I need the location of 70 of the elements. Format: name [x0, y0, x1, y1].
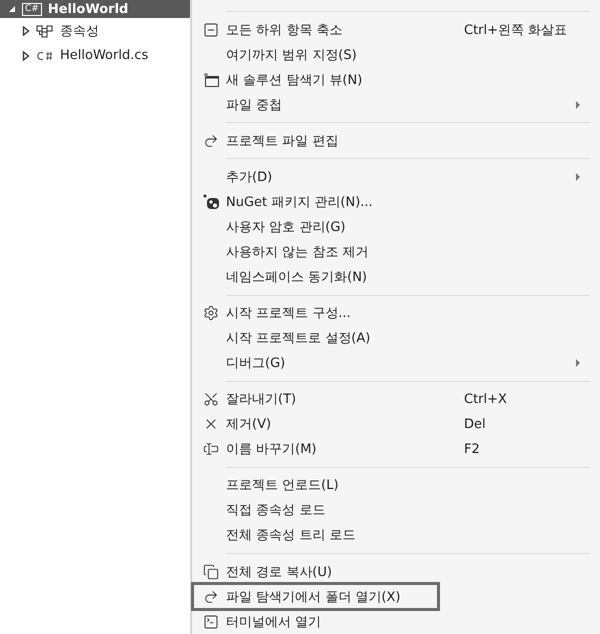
menu-item[interactable]: NuGet 패키지 관리(N)... [196, 189, 590, 214]
shortcut-text: Ctrl+X [464, 392, 508, 407]
menu-item[interactable]: 프로젝트 언로드(L) [196, 472, 590, 498]
curved-arrow-icon [203, 132, 219, 149]
collapsed-arrow-icon[interactable] [22, 50, 30, 60]
shortcut-text: Ctrl+왼쪽 화살표 [464, 22, 568, 38]
nuget-icon [202, 194, 220, 210]
menu-item-label: 모든 하위 항목 축소 [226, 22, 342, 38]
collapsed-arrow-icon[interactable] [22, 26, 30, 36]
menu-item-label: 전체 종속성 트리 로드 [226, 527, 356, 544]
menu-item-label: 파일 중첩 [226, 96, 282, 114]
terminal-icon [203, 614, 219, 630]
menu-item[interactable]: 사용하지 않는 참조 제거 [196, 239, 590, 264]
tree-item[interactable]: C# HelloWorld [0, 0, 190, 18]
tree-item-label: HelloWorld [48, 2, 128, 16]
menu-item-label: 디버그(G) [226, 355, 286, 372]
dependencies-icon [36, 24, 54, 38]
menu-item[interactable]: 시작 프로젝트 구성... [196, 300, 590, 326]
menu-item-label: 프로젝트 언로드(L) [226, 477, 339, 494]
curved-arrow-icon [203, 588, 219, 605]
menu-item-label: 파일 탐색기에서 폴더 열기(X) [226, 588, 400, 606]
menu-item[interactable]: 전체 경로 복사(U) [196, 558, 590, 584]
menu-item[interactable]: 시작 프로젝트로 설정(A) [196, 326, 590, 351]
menu-item-label: 터미널에서 열기 [226, 614, 322, 631]
menu-item-label: 이름 바꾸기(M) [226, 441, 316, 458]
copy-icon [203, 564, 219, 580]
menu-item-label: 제거(V) [226, 416, 272, 434]
menu-item[interactable]: 이름 바꾸기(M) F2 [196, 436, 590, 462]
menu-item[interactable]: 네임스페이스 동기화(N) [196, 264, 590, 290]
tree-item[interactable]: 종속성 [0, 18, 190, 43]
menu-item-label: 직접 종속성 로드 [226, 502, 326, 520]
settings-icon [203, 305, 219, 322]
menu-item[interactable]: 프로젝트 파일 편집 [196, 128, 590, 154]
menu-item[interactable]: 잘라내기(T) Ctrl+X [196, 386, 590, 412]
menu-item[interactable]: 직접 종속성 로드 [196, 498, 590, 523]
menu-item-label: 새 솔루션 탐색기 뷰(N) [226, 72, 362, 89]
menu-item[interactable]: 파일 탐색기에서 폴더 열기(X) [193, 584, 438, 610]
menu-item-label: 사용자 암호 관리(G) [226, 218, 346, 236]
tree-item-label: 종속성 [60, 22, 99, 40]
menu-item-label: 프로젝트 파일 편집 [226, 132, 338, 150]
shortcut-text: Del [464, 416, 487, 432]
window-icon [202, 72, 220, 88]
menu-item-label: 네임스페이스 동기화(N) [226, 269, 368, 286]
menu-item[interactable]: 디버그(G) [196, 350, 590, 376]
project-badge: C# [22, 2, 42, 16]
menu-item[interactable]: 모든 하위 항목 축소 Ctrl+왼쪽 화살표 [196, 16, 590, 42]
menu-item[interactable]: 제거(V) Del [196, 412, 590, 437]
tree-item-label: HelloWorld.cs [60, 48, 148, 63]
menu-item-label: 잘라내기(T) [226, 391, 296, 408]
shortcut-text: F2 [464, 442, 481, 457]
csharp-file-icon [36, 50, 54, 62]
menu-item[interactable]: 추가(D) [196, 164, 590, 190]
tree-item[interactable]: HelloWorld.cs [0, 43, 190, 68]
menu-item[interactable]: 전체 종속성 트리 로드 [196, 522, 590, 548]
expanded-arrow-icon[interactable] [8, 5, 16, 13]
collapse-icon [203, 22, 219, 38]
scissors-icon [203, 391, 219, 408]
menu-item[interactable]: 사용자 암호 관리(G) [196, 214, 590, 240]
menu-item-label: 시작 프로젝트로 설정(A) [226, 330, 370, 348]
menu-item-label: 시작 프로젝트 구성... [226, 305, 351, 322]
menu-item-label: 전체 경로 복사(U) [226, 564, 332, 580]
menu-item[interactable]: 여기까지 범위 지정(S) [196, 42, 590, 68]
menu-item-label: 추가(D) [226, 168, 272, 186]
menu-item-label: 여기까지 범위 지정(S) [226, 46, 357, 64]
menu-item[interactable]: 파일 중첩 [196, 92, 590, 118]
menu-item[interactable]: 터미널에서 열기 [196, 609, 590, 634]
menu-item-label: 사용하지 않는 참조 제거 [226, 244, 368, 261]
menu-item-label: NuGet 패키지 관리(N)... [226, 194, 373, 211]
menu-item[interactable]: 새 솔루션 탐색기 뷰(N) [196, 67, 590, 92]
rename-icon [203, 441, 219, 458]
